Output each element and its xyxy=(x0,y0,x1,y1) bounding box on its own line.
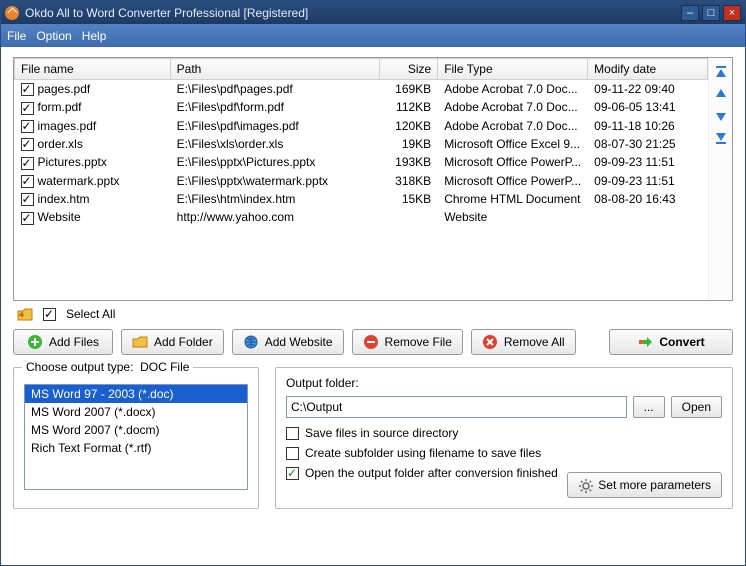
select-all-label: Select All xyxy=(66,307,115,321)
row-checkbox[interactable] xyxy=(21,102,34,115)
add-files-label: Add Files xyxy=(49,335,99,349)
header-file-type[interactable]: File Type xyxy=(438,59,588,80)
move-down-button[interactable] xyxy=(713,108,729,124)
header-path[interactable]: Path xyxy=(170,59,380,80)
save-in-source-checkbox[interactable] xyxy=(286,427,299,440)
app-icon xyxy=(5,6,19,20)
table-row[interactable]: images.pdfE:\Files\pdf\images.pdf120KBAd… xyxy=(15,117,708,135)
globe-icon xyxy=(243,334,259,350)
table-row[interactable]: form.pdfE:\Files\pdf\form.pdf112KBAdobe … xyxy=(15,98,708,116)
row-checkbox[interactable] xyxy=(21,120,34,133)
add-website-label: Add Website xyxy=(265,335,333,349)
menubar: File Option Help xyxy=(1,24,745,47)
reorder-sidebar xyxy=(708,58,732,300)
row-checkbox[interactable] xyxy=(21,138,34,151)
header-file-name[interactable]: File name xyxy=(15,59,171,80)
row-checkbox[interactable] xyxy=(21,83,34,96)
remove-file-label: Remove File xyxy=(385,335,452,349)
remove-all-button[interactable]: Remove All xyxy=(471,329,576,355)
remove-file-icon xyxy=(363,334,379,350)
output-folder-input[interactable] xyxy=(286,396,627,418)
table-row[interactable]: order.xlsE:\Files\xls\order.xls19KBMicro… xyxy=(15,135,708,153)
browse-button[interactable]: ... xyxy=(633,396,665,418)
save-in-source-label: Save files in source directory xyxy=(305,426,458,440)
open-after-checkbox[interactable] xyxy=(286,467,299,480)
set-more-parameters-label: Set more parameters xyxy=(598,478,711,492)
add-folder-icon xyxy=(132,334,148,350)
window-title: Okdo All to Word Converter Professional … xyxy=(25,6,678,20)
menu-help[interactable]: Help xyxy=(82,29,107,43)
output-folder-label: Output folder: xyxy=(286,376,722,390)
table-row[interactable]: watermark.pptxE:\Files\pptx\watermark.pp… xyxy=(15,172,708,190)
open-after-label: Open the output folder after conversion … xyxy=(305,466,558,480)
header-size[interactable]: Size xyxy=(380,59,438,80)
table-row[interactable]: pages.pdfE:\Files\pdf\pages.pdf169KBAdob… xyxy=(15,80,708,99)
table-row[interactable]: index.htmE:\Files\htm\index.htm15KBChrom… xyxy=(15,190,708,208)
add-website-button[interactable]: Add Website xyxy=(232,329,344,355)
output-type-panel: Choose output type: DOC File MS Word 97 … xyxy=(13,367,259,509)
remove-all-icon xyxy=(482,334,498,350)
file-table-container: File name Path Size File Type Modify dat… xyxy=(13,57,733,301)
row-checkbox[interactable] xyxy=(21,212,34,225)
move-up-button[interactable] xyxy=(713,86,729,102)
output-type-option[interactable]: MS Word 2007 (*.docx) xyxy=(25,403,247,421)
move-top-button[interactable] xyxy=(713,64,729,80)
output-folder-panel: Output folder: ... Open Save files in so… xyxy=(275,367,733,509)
table-row[interactable]: Websitehttp://www.yahoo.comWebsite xyxy=(15,208,708,226)
convert-button[interactable]: Convert xyxy=(609,329,733,355)
choose-output-type-label: Choose output type: DOC File xyxy=(22,360,193,374)
move-bottom-button[interactable] xyxy=(713,130,729,146)
menu-option[interactable]: Option xyxy=(36,29,71,43)
output-type-listbox[interactable]: MS Word 97 - 2003 (*.doc)MS Word 2007 (*… xyxy=(24,384,248,490)
output-type-option[interactable]: Rich Text Format (*.rtf) xyxy=(25,439,247,457)
close-button[interactable]: × xyxy=(723,5,741,21)
header-modify-date[interactable]: Modify date xyxy=(588,59,708,80)
folder-up-icon[interactable] xyxy=(17,307,33,321)
add-files-icon xyxy=(27,334,43,350)
remove-all-label: Remove All xyxy=(504,335,565,349)
create-subfolder-label: Create subfolder using filename to save … xyxy=(305,446,541,460)
output-type-option[interactable]: MS Word 97 - 2003 (*.doc) xyxy=(25,385,247,403)
table-row[interactable]: Pictures.pptxE:\Files\pptx\Pictures.pptx… xyxy=(15,153,708,171)
row-checkbox[interactable] xyxy=(21,193,34,206)
row-checkbox[interactable] xyxy=(21,175,34,188)
convert-label: Convert xyxy=(659,335,704,349)
gear-icon xyxy=(578,478,592,492)
add-folder-label: Add Folder xyxy=(154,335,213,349)
remove-file-button[interactable]: Remove File xyxy=(352,329,463,355)
set-more-parameters-button[interactable]: Set more parameters xyxy=(567,472,722,498)
add-files-button[interactable]: Add Files xyxy=(13,329,113,355)
maximize-button[interactable]: □ xyxy=(702,5,720,21)
output-type-option[interactable]: MS Word 2007 (*.docm) xyxy=(25,421,247,439)
minimize-button[interactable]: – xyxy=(681,5,699,21)
create-subfolder-checkbox[interactable] xyxy=(286,447,299,460)
open-folder-button[interactable]: Open xyxy=(671,396,722,418)
menu-file[interactable]: File xyxy=(7,29,26,43)
row-checkbox[interactable] xyxy=(21,157,34,170)
select-all-checkbox[interactable] xyxy=(43,308,56,321)
file-table: File name Path Size File Type Modify dat… xyxy=(14,58,708,227)
titlebar: Okdo All to Word Converter Professional … xyxy=(1,1,745,24)
add-folder-button[interactable]: Add Folder xyxy=(121,329,224,355)
convert-icon xyxy=(637,334,653,350)
